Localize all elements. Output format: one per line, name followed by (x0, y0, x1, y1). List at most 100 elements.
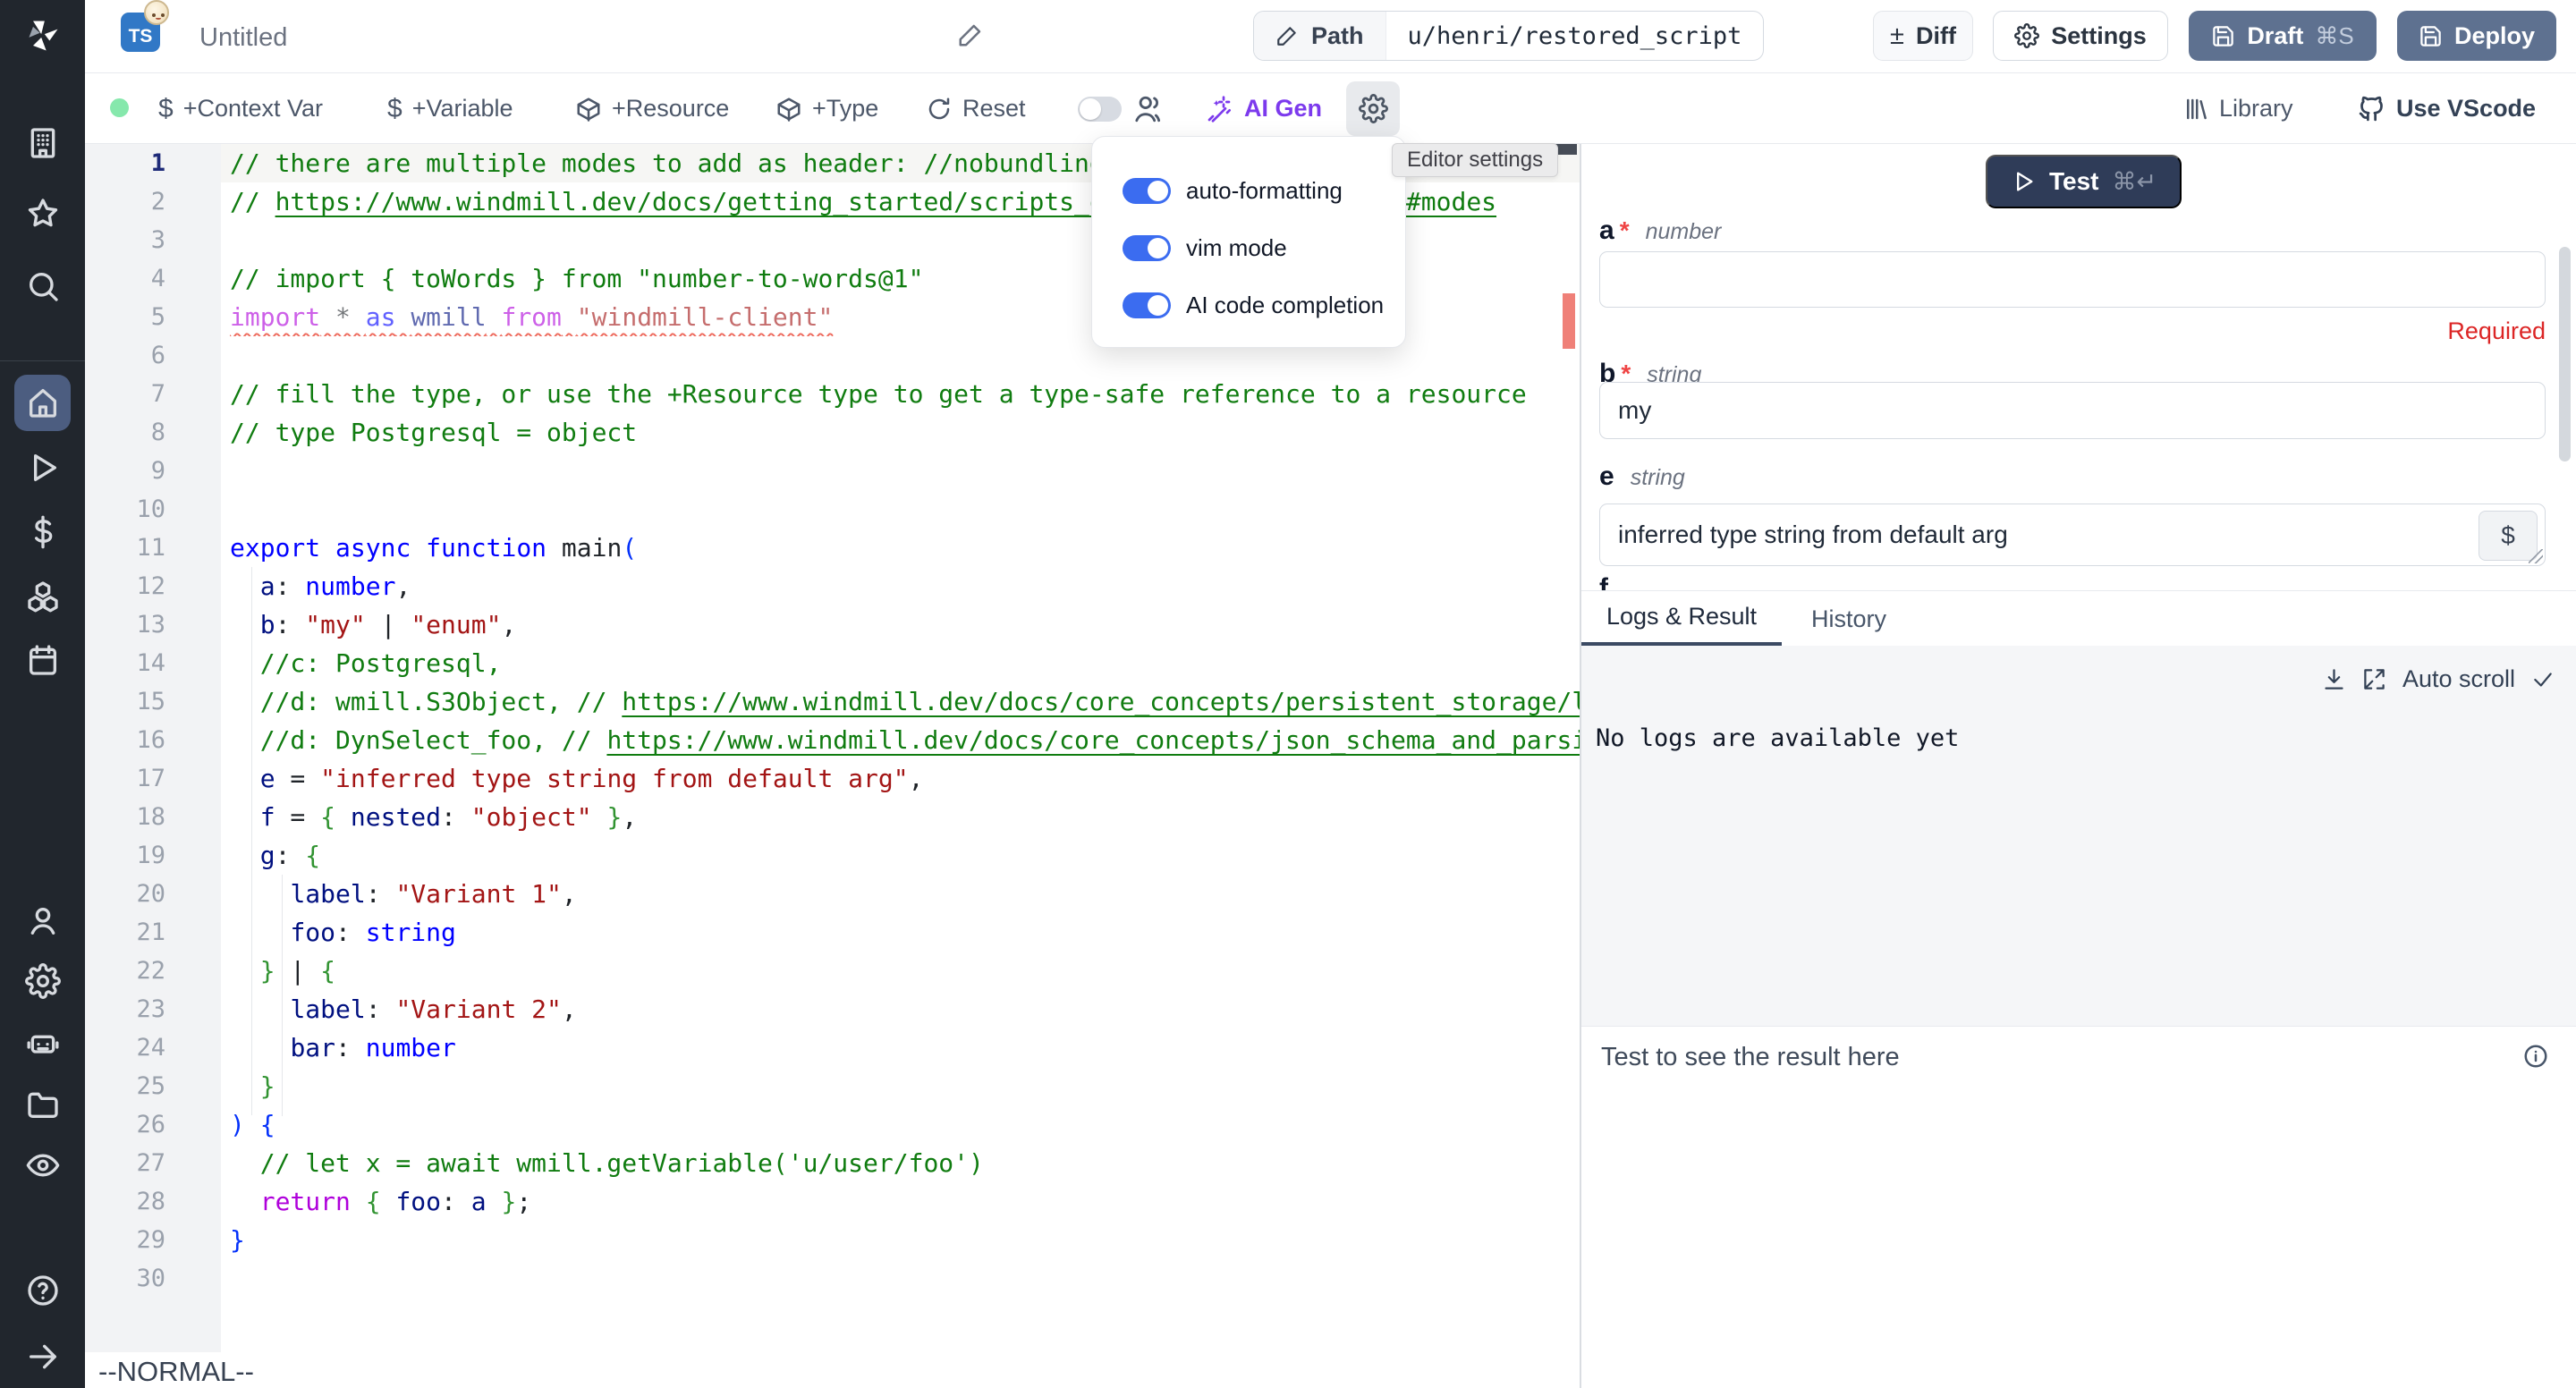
field-f-label-clipped: f (1599, 573, 1608, 591)
info-icon[interactable] (2522, 1043, 2549, 1074)
line-number: 30 (85, 1259, 221, 1298)
download-icon[interactable] (2322, 667, 2346, 691)
line-number: 5 (85, 298, 221, 336)
variables-dollar-icon[interactable] (0, 504, 85, 561)
code-line[interactable]: // type Postgresql = object (221, 413, 1580, 452)
line-number: 4 (85, 259, 221, 298)
test-button[interactable]: Test ⌘↵ (1986, 155, 2182, 208)
line-number: 21 (85, 913, 221, 952)
code-line[interactable]: } | { (221, 952, 1580, 990)
refresh-icon (926, 96, 953, 123)
vim-mode-toggle[interactable] (1123, 235, 1171, 261)
ai-code-completion-row: AI code completion (1123, 276, 1405, 334)
add-context-var-button[interactable]: $ +Context Var (158, 73, 323, 144)
collapse-arrow-right-icon[interactable] (0, 1328, 85, 1385)
favorites-star-icon[interactable] (0, 185, 85, 242)
help-icon[interactable] (0, 1262, 85, 1319)
dollar-icon: $ (387, 94, 402, 124)
editor-toolbar: $ +Context Var $ +Variable +Resource +Ty… (85, 73, 2576, 144)
code-line[interactable]: a: number, (221, 567, 1580, 605)
draft-button[interactable]: Draft ⌘S (2189, 11, 2377, 61)
code-line[interactable]: //c: Postgresql, (221, 644, 1580, 682)
line-number: 10 (85, 490, 221, 529)
code-line[interactable]: g: { (221, 836, 1580, 875)
panel-scrollbar-thumb[interactable] (2559, 247, 2571, 461)
code-line[interactable]: } (221, 1067, 1580, 1105)
code-line[interactable] (221, 452, 1580, 490)
path-field[interactable]: Path u/henri/restored_script (1253, 11, 1764, 61)
field-a-input[interactable] (1599, 251, 2546, 308)
editor-settings-gear-button[interactable] (1346, 81, 1400, 136)
code-line[interactable]: return { foo: a }; (221, 1182, 1580, 1221)
logs-toolbar: Auto scroll (2322, 665, 2555, 693)
panel-divider[interactable] (1580, 144, 1581, 1388)
field-b-input[interactable]: my (1599, 382, 2546, 439)
audit-eye-icon[interactable] (0, 1137, 85, 1194)
library-button[interactable]: Library (2182, 73, 2293, 144)
line-number: 29 (85, 1221, 221, 1259)
diff-button[interactable]: ± Diff (1873, 11, 1973, 61)
use-vscode-button[interactable]: Use VScode (2357, 73, 2536, 144)
save-icon (2211, 24, 2235, 48)
code-line[interactable]: foo: string (221, 913, 1580, 952)
settings-gear-icon[interactable] (0, 952, 85, 1010)
search-icon[interactable] (0, 258, 85, 315)
tab-logs-result[interactable]: Logs & Result (1581, 591, 1782, 647)
add-resource-button[interactable]: +Resource (575, 73, 729, 144)
topbar: TS Untitled Path u/henri/restored_script… (85, 0, 2576, 73)
code-line[interactable]: label: "Variant 2", (221, 990, 1580, 1028)
code-line[interactable]: // let x = await wmill.getVariable('u/us… (221, 1144, 1580, 1182)
code-line[interactable]: export async function main( (221, 529, 1580, 567)
windmill-logo[interactable] (0, 9, 85, 63)
line-number: 23 (85, 990, 221, 1028)
editor-error-overview-mark (1563, 293, 1575, 349)
code-line[interactable]: // fill the type, or use the +Resource t… (221, 375, 1580, 413)
add-type-button[interactable]: +Type (775, 73, 878, 144)
multiplayer-users-icon (1134, 73, 1165, 144)
code-line[interactable] (221, 1259, 1580, 1298)
package-icon (575, 96, 602, 123)
home-icon[interactable] (0, 374, 85, 431)
runs-play-icon[interactable] (0, 439, 85, 496)
deploy-button[interactable]: Deploy (2397, 11, 2556, 61)
schedules-calendar-icon[interactable] (0, 631, 85, 689)
path-value[interactable]: u/henri/restored_script (1386, 12, 1764, 60)
workers-robot-icon[interactable] (0, 1014, 85, 1071)
script-title[interactable]: Untitled (199, 23, 287, 53)
ai-code-completion-toggle[interactable] (1123, 292, 1171, 318)
code-line[interactable]: label: "Variant 1", (221, 875, 1580, 913)
library-icon (2182, 96, 2209, 123)
folders-icon[interactable] (0, 1076, 85, 1133)
field-a-required-error: Required (2447, 317, 2546, 345)
workspace-building-icon[interactable] (0, 114, 85, 172)
expand-icon[interactable] (2362, 667, 2386, 691)
app-sidebar (0, 0, 85, 1388)
resources-cubes-icon[interactable] (0, 568, 85, 625)
tab-history[interactable]: History (1782, 591, 1916, 647)
auto-formatting-toggle[interactable] (1123, 178, 1171, 204)
add-variable-button[interactable]: $ +Variable (387, 73, 513, 144)
resize-handle[interactable] (2529, 549, 2543, 563)
user-person-icon[interactable] (0, 893, 85, 950)
edit-title-pencil-icon[interactable] (957, 21, 984, 53)
line-number: 26 (85, 1105, 221, 1144)
code-line[interactable]: //d: DynSelect_foo, // https://www.windm… (221, 721, 1580, 759)
ai-gen-button[interactable]: AI Gen (1206, 73, 1322, 144)
checkmark-icon[interactable] (2531, 668, 2555, 691)
code-line[interactable] (221, 490, 1580, 529)
multiplayer-toggle[interactable] (1078, 97, 1122, 122)
code-line[interactable]: b: "my" | "enum", (221, 605, 1580, 644)
code-line[interactable]: } (221, 1221, 1580, 1259)
code-line[interactable]: e = "inferred type string from default a… (221, 759, 1580, 798)
gutter: 1234567891011121314151617181920212223242… (85, 144, 221, 1298)
code-line[interactable]: f = { nested: "object" }, (221, 798, 1580, 836)
field-e-input[interactable]: inferred type string from default arg $ (1599, 504, 2546, 566)
settings-button[interactable]: Settings (1993, 11, 2168, 61)
code-line[interactable]: bar: number (221, 1028, 1580, 1067)
code-line[interactable]: ) { (221, 1105, 1580, 1144)
code-line[interactable]: //d: wmill.S3Object, // https://www.wind… (221, 682, 1580, 721)
reset-button[interactable]: Reset (926, 73, 1026, 144)
field-a-label: a* number (1599, 216, 1721, 246)
windmill-script-editor: TS Untitled Path u/henri/restored_script… (0, 0, 2576, 1388)
github-icon (2357, 94, 2386, 123)
